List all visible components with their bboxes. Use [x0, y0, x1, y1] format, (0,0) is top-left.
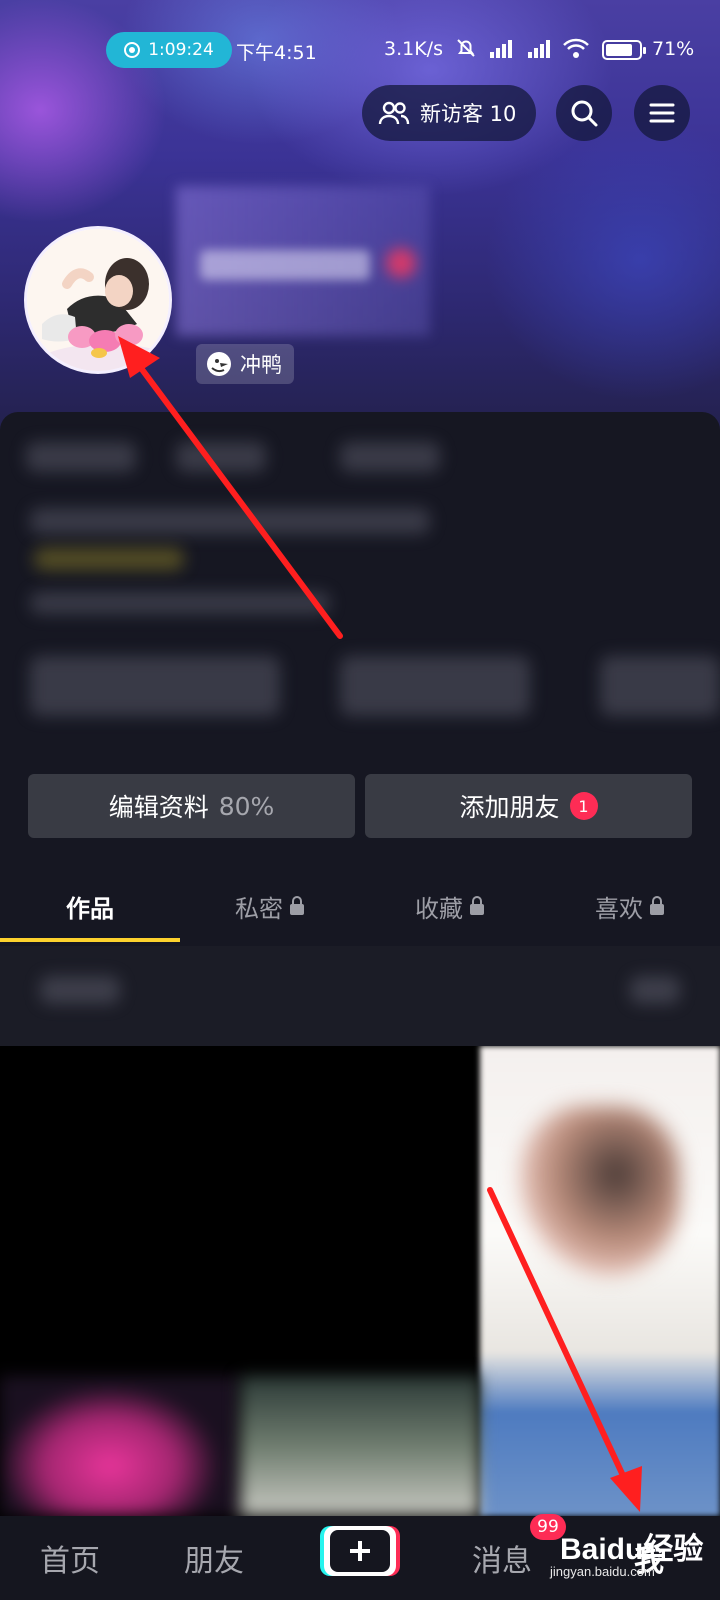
new-visitors-button[interactable]: 新访客 10 [362, 85, 536, 141]
tab-private[interactable]: 私密 [180, 870, 360, 942]
nav-friends[interactable]: 朋友 [184, 1536, 244, 1580]
add-friend-badge: 1 [569, 792, 598, 820]
menu-button[interactable] [634, 85, 690, 141]
recording-time: 1:09:24 [148, 40, 214, 60]
video-thumbnail[interactable] [240, 1376, 480, 1516]
tab-works[interactable]: 作品 [0, 870, 180, 942]
visitors-label: 新访客 10 [420, 102, 517, 126]
username-redacted [200, 250, 370, 280]
lock-icon [290, 896, 304, 915]
signal-hd-icon [490, 40, 512, 58]
screen-recording-pill[interactable]: 1:09:24 [106, 32, 232, 68]
works-grid [0, 1046, 720, 1516]
mute-bell-icon [457, 39, 475, 57]
avatar-figure [27, 229, 169, 371]
search-icon [571, 100, 598, 127]
avatar[interactable] [24, 226, 172, 374]
add-friend-label: 添加朋友 [459, 793, 560, 822]
network-speed: 3.1K/s [384, 38, 443, 60]
tab-label: 私密 [235, 894, 283, 923]
tab-label: 收藏 [415, 894, 463, 923]
record-icon [124, 42, 141, 58]
tab-label: 喜欢 [595, 894, 643, 923]
signal-hd-icon-2 [528, 40, 550, 58]
lock-icon [470, 896, 484, 915]
battery-percent: 71% [652, 38, 695, 60]
status-time: 下午4:51 [236, 42, 317, 64]
works-filter-row-blurred [0, 946, 720, 1046]
search-button[interactable] [556, 85, 612, 141]
watermark-brand: Baidu经验 [560, 1533, 704, 1566]
people-icon [378, 101, 410, 125]
plus-icon [330, 1530, 390, 1572]
nav-home[interactable]: 首页 [40, 1536, 100, 1580]
tab-favorites[interactable]: 收藏 [360, 870, 540, 942]
add-friend-button[interactable]: 添加朋友 1 [365, 774, 692, 838]
battery-icon [602, 40, 646, 60]
lock-icon [650, 896, 664, 915]
badge-label: 冲鸭 [240, 353, 282, 377]
profile-tabs: 作品 私密 收藏 喜欢 [0, 870, 720, 942]
status-icons [454, 36, 590, 60]
nav-messages[interactable]: 消息 [472, 1536, 532, 1580]
create-button[interactable] [324, 1526, 396, 1576]
watermark-url: jingyan.baidu.com [550, 1564, 655, 1579]
tab-label: 作品 [66, 894, 114, 923]
status-bar: 1:09:24 下午4:51 3.1K/s 71% [0, 30, 720, 70]
edit-profile-label: 编辑资料 [108, 793, 209, 822]
video-thumbnail-figure [520, 1106, 680, 1276]
edit-profile-button[interactable]: 编辑资料 80% [28, 774, 355, 838]
profile-info-blurred [0, 412, 720, 752]
video-thumbnail[interactable] [0, 1376, 240, 1516]
tab-likes[interactable]: 喜欢 [540, 870, 720, 942]
duck-icon [207, 352, 231, 376]
profile-completion: 80% [218, 791, 275, 821]
status-badge[interactable]: 冲鸭 [196, 344, 294, 384]
baidu-watermark: Baidu经验 jingyan.baidu.com [550, 1520, 710, 1590]
wifi-icon [563, 38, 589, 58]
menu-icon [649, 103, 675, 123]
